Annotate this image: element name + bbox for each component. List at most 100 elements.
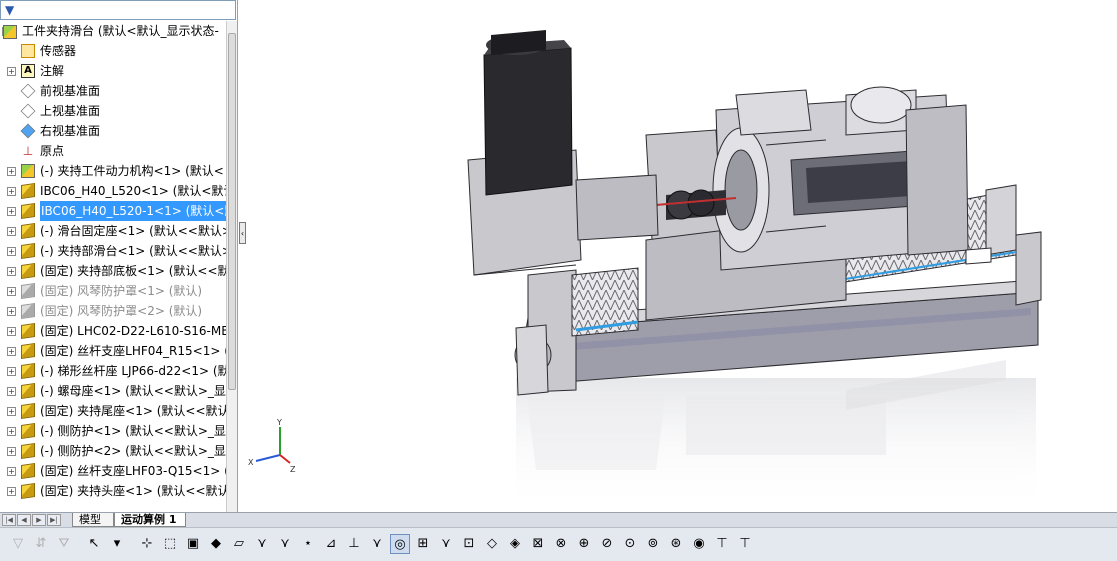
tree-item-label: IBC06_H40_L520-1<1> (默认<默	[40, 201, 237, 221]
tree-item[interactable]: + (-) 螺母座<1> (默认<<默认>_显	[0, 381, 226, 401]
part-icon	[21, 363, 35, 379]
mate-filter-icon[interactable]: ⊕	[574, 534, 594, 554]
tree-item[interactable]: + (固定) 丝杆支座LHF03-Q15<1> (	[0, 461, 229, 481]
tree-filter-bar[interactable]: ▼	[0, 0, 236, 20]
graphics-viewport[interactable]: Y X Z	[246, 0, 1117, 512]
note-filter-icon[interactable]: ⋎	[436, 534, 456, 554]
point-filter-icon[interactable]: ⋆	[298, 534, 318, 554]
x-axis-label: X	[248, 458, 254, 467]
origin-filter-icon[interactable]: ⊥	[344, 534, 364, 554]
select-arrow-icon[interactable]: ↖	[84, 534, 104, 554]
tree-item[interactable]: + A 注解	[0, 61, 226, 81]
filter-icon[interactable]: ▼	[5, 3, 27, 17]
expand-icon[interactable]: +	[7, 287, 16, 296]
curve-filter-icon[interactable]: ⋎	[367, 534, 387, 554]
tree-item[interactable]: + IBC06_H40_L520<1> (默认<默认	[0, 181, 235, 201]
expand-icon[interactable]: +	[7, 187, 16, 196]
expand-icon[interactable]: +	[7, 167, 16, 176]
tab-model[interactable]: 模型	[72, 513, 114, 527]
tree-item[interactable]: + (固定) LHC02-D22-L610-S16-MB	[0, 321, 229, 341]
route-filter-icon[interactable]: ⊘	[597, 534, 617, 554]
tree-item[interactable]: + (固定) 丝杆支座LHF04_R15<1> (	[0, 341, 229, 361]
plane-filter-icon[interactable]: ⋎	[275, 534, 295, 554]
face-filter-icon[interactable]: ▣	[183, 534, 203, 554]
datum-filter-icon[interactable]: ◇	[482, 534, 502, 554]
last-tab-icon[interactable]: ▶|	[47, 514, 61, 526]
tree-item[interactable]: + (-) 滑台固定座<1> (默认<<默认>	[0, 221, 232, 241]
expand-icon[interactable]: +	[7, 247, 16, 256]
expand-icon[interactable]: +	[7, 67, 16, 76]
next-tab-icon[interactable]: ▶	[32, 514, 46, 526]
block-filter-icon[interactable]: ⊗	[551, 534, 571, 554]
expand-icon[interactable]: +	[7, 267, 16, 276]
expand-icon[interactable]: +	[7, 327, 16, 336]
floor-reflection	[516, 360, 1036, 512]
part-icon	[21, 323, 35, 339]
tree-item[interactable]: 前视基准面	[0, 81, 226, 101]
weld-filter-icon[interactable]: ⊡	[459, 534, 479, 554]
tree-item[interactable]: + (-) 夹持部滑台<1> (默认<<默认>	[0, 241, 232, 261]
sketch-filter-icon[interactable]: ⊿	[321, 534, 341, 554]
expand-icon[interactable]: +	[7, 467, 16, 476]
scrollbar-thumb[interactable]	[228, 33, 236, 390]
tree-item[interactable]: + (固定) 夹持部底板<1> (默认<<默	[0, 261, 230, 281]
dimension-x-icon[interactable]: ⊤	[712, 534, 732, 554]
tolerance-filter-icon[interactable]: ◈	[505, 534, 525, 554]
expand-icon[interactable]: +	[7, 207, 16, 216]
tree-item[interactable]: 传感器	[0, 41, 226, 61]
dimension-y-icon[interactable]: ⊤	[735, 534, 755, 554]
center-mark-icon[interactable]: ⊛	[666, 534, 686, 554]
filter-clear-icon[interactable]: ⛛	[54, 534, 74, 554]
panel-splitter[interactable]	[238, 0, 246, 512]
solid-filter-icon[interactable]: ▱	[229, 534, 249, 554]
prev-tab-icon[interactable]: ◀	[17, 514, 31, 526]
tree-item[interactable]: + (固定) 风琴防护罩<2> (默认)	[0, 301, 226, 321]
plane-icon	[20, 123, 36, 139]
expand-icon[interactable]: +	[7, 447, 16, 456]
tree-item[interactable]: + (-) 梯形丝杆座 LJP66-d22<1> (默	[0, 361, 230, 381]
surface-filter-icon[interactable]: ◆	[206, 534, 226, 554]
tree-item-label: (固定) 夹持尾座<1> (默认<<默认	[40, 404, 230, 418]
tree-item[interactable]: 上视基准面	[0, 101, 226, 121]
part-icon	[21, 203, 35, 219]
tree-item[interactable]: + (-) 侧防护<1> (默认<<默认>_显	[0, 421, 226, 441]
tree-item[interactable]: + (固定) 夹持尾座<1> (默认<<默认	[0, 401, 230, 421]
axis-filter-icon[interactable]: ⋎	[252, 534, 272, 554]
expand-icon[interactable]: +	[7, 407, 16, 416]
dropdown-icon[interactable]: ▾	[107, 534, 127, 554]
appearance-filter-icon[interactable]: ◉	[689, 534, 709, 554]
tree-item-label: (固定) 风琴防护罩<2> (默认)	[40, 304, 203, 318]
expand-icon[interactable]: +	[7, 307, 16, 316]
filter-toggle-icon[interactable]: ▽	[8, 534, 28, 554]
cosmetic-thread-icon[interactable]: ⊙	[620, 534, 640, 554]
expand-icon[interactable]: +	[7, 227, 16, 236]
tree-scrollbar[interactable]	[226, 21, 237, 512]
expand-icon[interactable]: +	[7, 427, 16, 436]
first-tab-icon[interactable]: |◀	[2, 514, 16, 526]
tree-item-label: 原点	[40, 144, 65, 158]
dimension-filter-icon[interactable]: ⊞	[413, 534, 433, 554]
collapse-panel-icon[interactable]: ‹	[239, 222, 246, 244]
tree-item[interactable]: + (固定) 风琴防护罩<1> (默认)	[0, 281, 226, 301]
tree-item[interactable]: + IBC06_H40_L520-1<1> (默认<默	[0, 201, 237, 221]
tree-item-label: 前视基准面	[40, 84, 101, 98]
expand-icon[interactable]: +	[7, 487, 16, 496]
tree-item[interactable]: + (固定) 夹持头座<1> (默认<<默认	[0, 481, 230, 501]
tree-root[interactable]: − 工件夹持滑台 (默认<默认_显示状态-	[0, 21, 226, 41]
tree-item[interactable]: + (-) 侧防护<2> (默认<<默认>_显	[0, 441, 226, 461]
edge-filter-icon[interactable]: ⬚	[160, 534, 180, 554]
expand-icon[interactable]: +	[7, 367, 16, 376]
tree-item-label: (固定) 夹持部底板<1> (默认<<默	[40, 264, 230, 278]
surface-finish-icon[interactable]: ⊠	[528, 534, 548, 554]
expand-icon[interactable]: +	[7, 347, 16, 356]
filter-all-icon[interactable]: ⇵	[31, 534, 51, 554]
tree-item[interactable]: 右视基准面	[0, 121, 226, 141]
tree-item[interactable]: + (-) 夹持工件动力机构<1> (默认<	[0, 161, 226, 181]
tree-item-label: (固定) 丝杆支座LHF04_R15<1> (	[40, 344, 229, 358]
vertex-filter-icon[interactable]: ⊹	[137, 534, 157, 554]
hole-callout-icon[interactable]: ⊚	[643, 534, 663, 554]
expand-icon[interactable]: +	[7, 387, 16, 396]
annotation-filter-icon[interactable]: ◎	[390, 534, 410, 554]
tab-motion-study[interactable]: 运动算例 1	[114, 513, 186, 527]
tree-item[interactable]: ⊥ 原点	[0, 141, 226, 161]
